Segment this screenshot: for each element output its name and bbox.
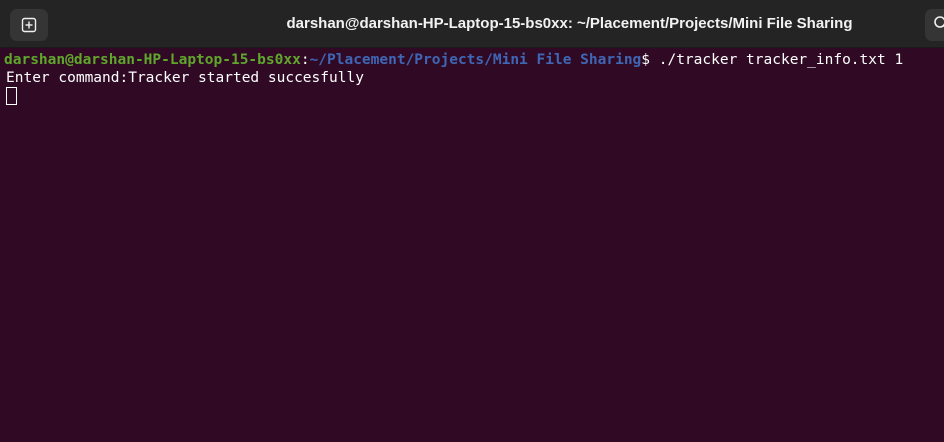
prompt-user: darshan@darshan-HP-Laptop-15-bs0xx xyxy=(4,52,301,68)
prompt-path: ~/Placement/Projects/Mini File Sharing xyxy=(309,52,642,68)
text-cursor xyxy=(6,87,17,105)
prompt-line: darshan@darshan-HP-Laptop-15-bs0xx:~/Pla… xyxy=(4,51,903,69)
window-title: darshan@darshan-HP-Laptop-15-bs0xx: ~/Pl… xyxy=(286,15,853,32)
terminal-output[interactable]: darshan@darshan-HP-Laptop-15-bs0xx:~/Pla… xyxy=(0,48,944,442)
command-text: ./tracker tracker_info.txt 1 xyxy=(650,52,904,68)
prompt-dollar: $ xyxy=(641,52,651,68)
search-button[interactable] xyxy=(925,9,944,41)
output-line: Enter command:Tracker started succesfull… xyxy=(6,70,364,86)
title-bar: darshan@darshan-HP-Laptop-15-bs0xx: ~/Pl… xyxy=(0,0,944,48)
search-icon xyxy=(933,15,944,35)
prompt-colon: : xyxy=(300,52,310,68)
